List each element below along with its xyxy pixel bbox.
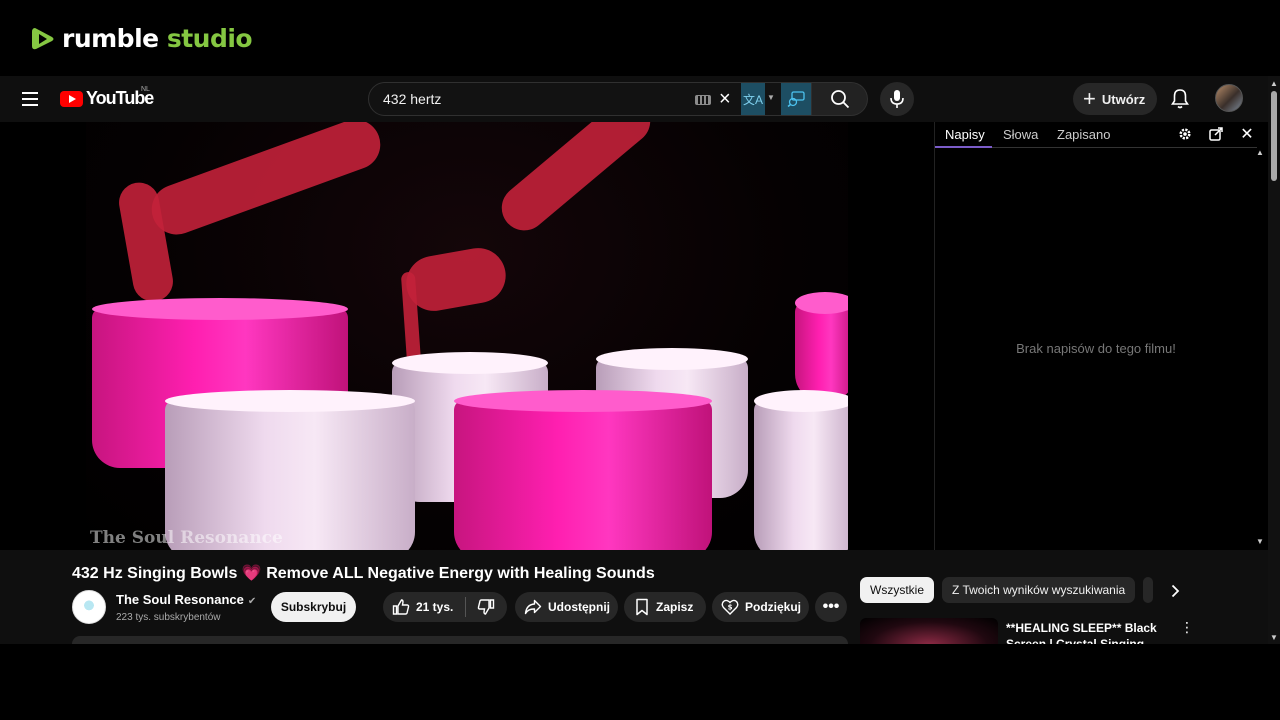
scroll-down-icon[interactable]: ▼ bbox=[1270, 633, 1278, 642]
svg-text:$: $ bbox=[728, 604, 733, 612]
create-label: Utwórz bbox=[1101, 91, 1146, 107]
youtube-topbar: YouTube NL × 文A ▼ + Utwórz bbox=[0, 76, 1268, 122]
chip-from-search[interactable]: Z Twoich wyników wyszukiwania bbox=[942, 577, 1136, 603]
rumble-banner: rumble studio bbox=[0, 0, 1280, 76]
scroll-up-icon[interactable]: ▲ bbox=[1270, 79, 1278, 88]
video-info-area: 432 Hz Singing Bowls 💗 Remove ALL Negati… bbox=[0, 550, 1268, 644]
search-input[interactable] bbox=[383, 91, 683, 107]
like-dislike-group: 21 tys. bbox=[383, 592, 507, 622]
youtube-play-icon bbox=[60, 90, 83, 107]
dislike-button[interactable] bbox=[466, 598, 506, 616]
video-title: 432 Hz Singing Bowls 💗 Remove ALL Negati… bbox=[72, 563, 655, 583]
channel-name-text: The Soul Resonance bbox=[116, 592, 244, 607]
white-bowl bbox=[754, 390, 848, 550]
video-arm bbox=[144, 122, 388, 242]
studio-word: studio bbox=[166, 24, 253, 53]
video-watermark: The Soul Resonance bbox=[90, 528, 283, 548]
popout-icon[interactable] bbox=[1208, 126, 1224, 142]
gear-icon[interactable] bbox=[1177, 126, 1193, 142]
channel-avatar[interactable] bbox=[72, 590, 106, 624]
video-title-part2: Remove ALL Negative Energy with Healing … bbox=[266, 565, 655, 582]
region-code: NL bbox=[141, 86, 150, 93]
tab-zapisano[interactable]: Zapisano bbox=[1057, 127, 1110, 142]
related-video-thumbnail[interactable] bbox=[860, 618, 998, 644]
chevron-right-icon[interactable] bbox=[1166, 582, 1184, 600]
active-tab-indicator bbox=[935, 146, 992, 148]
search-icon bbox=[830, 90, 849, 109]
channel-name[interactable]: The Soul Resonance ✔ bbox=[116, 592, 256, 607]
chip-all[interactable]: Wszystkie bbox=[860, 577, 934, 603]
search-box: × 文A ▼ bbox=[368, 82, 812, 116]
no-subtitles-message: Brak napisów do tego filmu! bbox=[1016, 341, 1176, 356]
bottom-letterbox bbox=[0, 644, 1280, 720]
more-actions-button[interactable]: ••• bbox=[815, 592, 847, 622]
keyboard-icon[interactable] bbox=[695, 95, 711, 105]
rumble-studio-logo: rumble studio bbox=[30, 24, 253, 53]
more-horizontal-icon: ••• bbox=[822, 598, 840, 615]
description-box[interactable] bbox=[72, 636, 848, 644]
translate-icon[interactable]: 文A bbox=[741, 83, 765, 115]
share-button[interactable]: Udostępnij bbox=[515, 592, 618, 622]
thanks-button[interactable]: $ Podziękuj bbox=[712, 592, 809, 622]
chip-partial[interactable] bbox=[1143, 577, 1154, 603]
thanks-label: Podziękuj bbox=[745, 600, 802, 614]
pink-bowl bbox=[454, 390, 712, 550]
thanks-heart-dollar-icon: $ bbox=[721, 599, 739, 615]
save-button[interactable]: Zapisz bbox=[624, 592, 706, 622]
video-player[interactable]: The Soul Resonance bbox=[0, 122, 934, 550]
thumbs-down-icon bbox=[477, 599, 495, 615]
close-icon[interactable]: ✕ bbox=[1239, 126, 1255, 143]
microphone-icon bbox=[890, 90, 904, 108]
related-video-title[interactable]: **HEALING SLEEP** Black Screen | Crystal… bbox=[1006, 620, 1176, 644]
page-scrollbar[interactable]: ▲ ▼ bbox=[1268, 76, 1280, 644]
share-label: Udostępnij bbox=[548, 600, 610, 614]
notifications-bell-icon[interactable] bbox=[1168, 87, 1192, 111]
tab-napisy[interactable]: Napisy bbox=[945, 127, 985, 142]
panel-scroll-up-icon[interactable]: ▲ bbox=[1256, 148, 1264, 157]
like-count: 21 tys. bbox=[416, 600, 454, 614]
subtitles-search-icon[interactable] bbox=[781, 83, 811, 115]
youtube-logo[interactable]: YouTube bbox=[60, 88, 154, 109]
like-button[interactable]: 21 tys. bbox=[383, 598, 465, 616]
plus-icon: + bbox=[1083, 86, 1096, 111]
subscriber-count: 223 tys. subskrybentów bbox=[116, 612, 221, 623]
hamburger-menu-icon[interactable] bbox=[18, 87, 42, 111]
panel-scroll-down-icon[interactable]: ▼ bbox=[1256, 537, 1264, 546]
bookmark-icon bbox=[636, 598, 648, 616]
video-title-part1: 432 Hz Singing Bowls bbox=[72, 565, 238, 582]
more-vertical-icon[interactable]: ⋮ bbox=[1180, 620, 1194, 638]
video-frame: The Soul Resonance bbox=[86, 122, 848, 550]
pink-bowl bbox=[795, 292, 848, 402]
rumble-word: rumble bbox=[62, 24, 159, 53]
subtitles-tabs: Napisy Słowa Zapisano ✕ bbox=[935, 122, 1257, 148]
heart-emoji: 💗 bbox=[241, 565, 262, 582]
thumbs-up-icon bbox=[392, 599, 410, 615]
rumble-play-icon bbox=[32, 27, 54, 49]
video-arm bbox=[492, 122, 660, 240]
subtitles-panel: Napisy Słowa Zapisano ✕ Brak napisów do … bbox=[934, 122, 1268, 550]
clear-search-icon[interactable]: × bbox=[719, 88, 731, 110]
save-label: Zapisz bbox=[656, 600, 694, 614]
chevron-down-icon[interactable]: ▼ bbox=[767, 93, 775, 102]
create-button[interactable]: + Utwórz bbox=[1073, 83, 1157, 115]
search-button[interactable] bbox=[812, 82, 868, 116]
voice-search-button[interactable] bbox=[880, 82, 914, 116]
scrollbar-thumb[interactable] bbox=[1271, 91, 1277, 181]
video-hand bbox=[401, 243, 511, 316]
tab-slowa[interactable]: Słowa bbox=[1003, 127, 1038, 142]
related-filter-chips: Wszystkie Z Twoich wyników wyszukiwania bbox=[860, 577, 1154, 603]
subscribe-button[interactable]: Subskrybuj bbox=[271, 592, 356, 622]
share-icon bbox=[524, 599, 542, 615]
account-avatar[interactable] bbox=[1215, 84, 1243, 112]
verified-icon: ✔ bbox=[247, 596, 257, 607]
